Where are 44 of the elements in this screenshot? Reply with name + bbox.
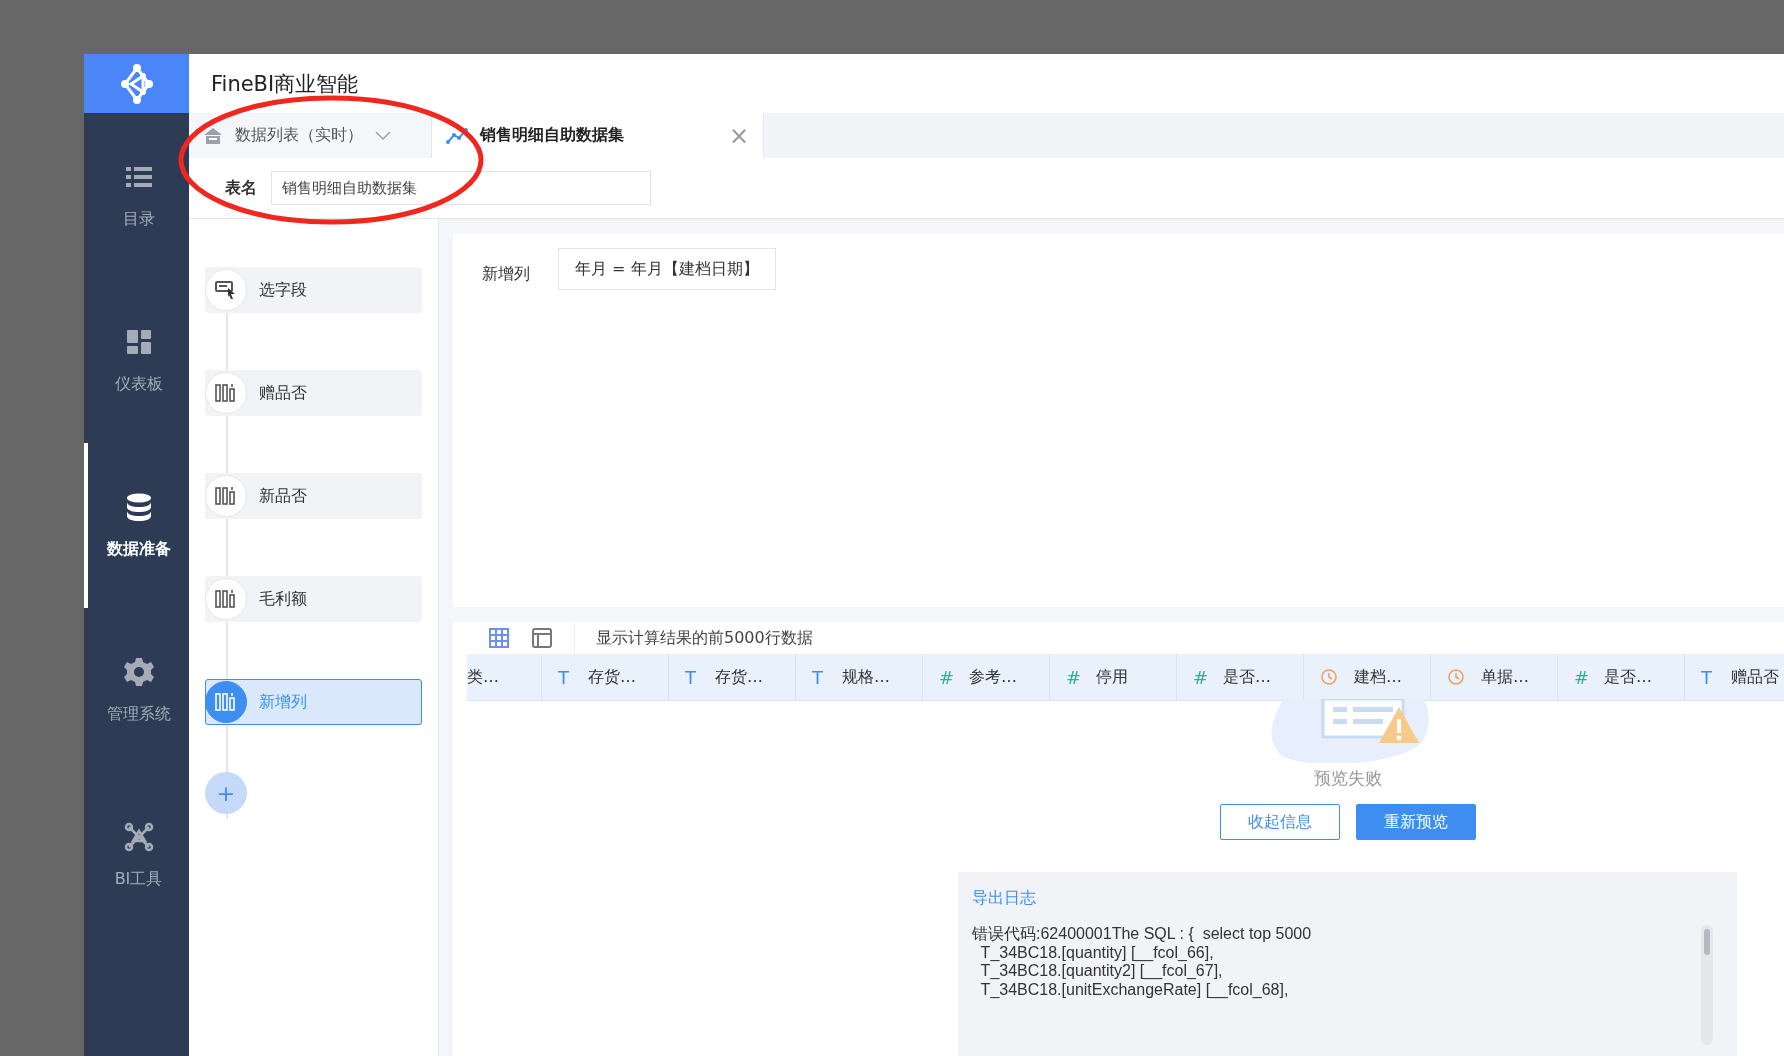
columns-icon xyxy=(215,486,237,506)
column-header[interactable]: 类… xyxy=(467,654,542,700)
column-header[interactable]: # 是否… xyxy=(1558,654,1685,700)
scrollbar-thumb[interactable] xyxy=(1704,929,1710,955)
log-line: 错误代码:62400001The SQL : { select top 5000 xyxy=(972,925,1313,944)
app-title: FineBI商业智能 xyxy=(211,70,359,98)
columns-icon xyxy=(215,383,237,403)
preview-note: 显示计算结果的前5000行数据 xyxy=(596,627,813,649)
clock-icon xyxy=(1447,668,1465,686)
column-header[interactable]: 单据… xyxy=(1431,654,1558,700)
grid-view-icon[interactable] xyxy=(488,627,510,649)
layout-view-icon[interactable] xyxy=(531,627,553,649)
column-header[interactable]: # 停用 xyxy=(1050,654,1177,700)
column-header[interactable]: T 规格… xyxy=(796,654,923,700)
sidebar-item[interactable]: BI工具 xyxy=(84,773,189,938)
step-item[interactable]: 赠品否 xyxy=(205,370,422,416)
home-icon xyxy=(203,126,223,145)
table-name-field[interactable]: 销售明细自助数据集 xyxy=(271,171,651,205)
log-line: T_34BC18.[quantity] [__fcol_66], xyxy=(979,943,1215,962)
sidebar-item[interactable]: 仪表板 xyxy=(84,278,189,443)
column-header[interactable]: # 参考… xyxy=(923,654,1050,700)
column-header[interactable]: T 赠品否 xyxy=(1685,654,1784,700)
step-item[interactable]: 毛利额 xyxy=(205,576,422,622)
error-message: 预览失败 xyxy=(1313,767,1382,790)
column-header[interactable]: T 存货… xyxy=(669,654,796,700)
columns-icon xyxy=(215,589,237,609)
formula-field[interactable]: 年月 = 年月【建档日期】 xyxy=(558,248,776,290)
chevron-down-icon[interactable] xyxy=(375,130,391,141)
settings-icon xyxy=(122,656,155,688)
field-select-icon xyxy=(215,280,237,300)
log-line: T_34BC18.[quantity2] [__fcol_67], xyxy=(979,962,1224,981)
clock-icon xyxy=(1320,668,1338,686)
sidebar-item[interactable]: 管理系统 xyxy=(84,608,189,773)
column-header[interactable]: T 存货… xyxy=(542,654,669,700)
table-name-label: 表名 xyxy=(225,177,257,199)
log-line: T_34BC18.[unitExchangeRate] [__fcol_68], xyxy=(979,980,1290,999)
step-item[interactable]: 选字段 xyxy=(205,267,422,313)
sidebar-item[interactable]: 目录 xyxy=(84,113,189,278)
nodes-icon xyxy=(122,821,155,853)
columns-icon xyxy=(215,692,237,712)
line-chart-icon xyxy=(446,126,468,145)
step-item[interactable]: 新品否 xyxy=(205,473,422,519)
tab[interactable]: 销售明细自助数据集 × xyxy=(432,113,764,158)
formula-label: 新增列 xyxy=(482,264,530,285)
